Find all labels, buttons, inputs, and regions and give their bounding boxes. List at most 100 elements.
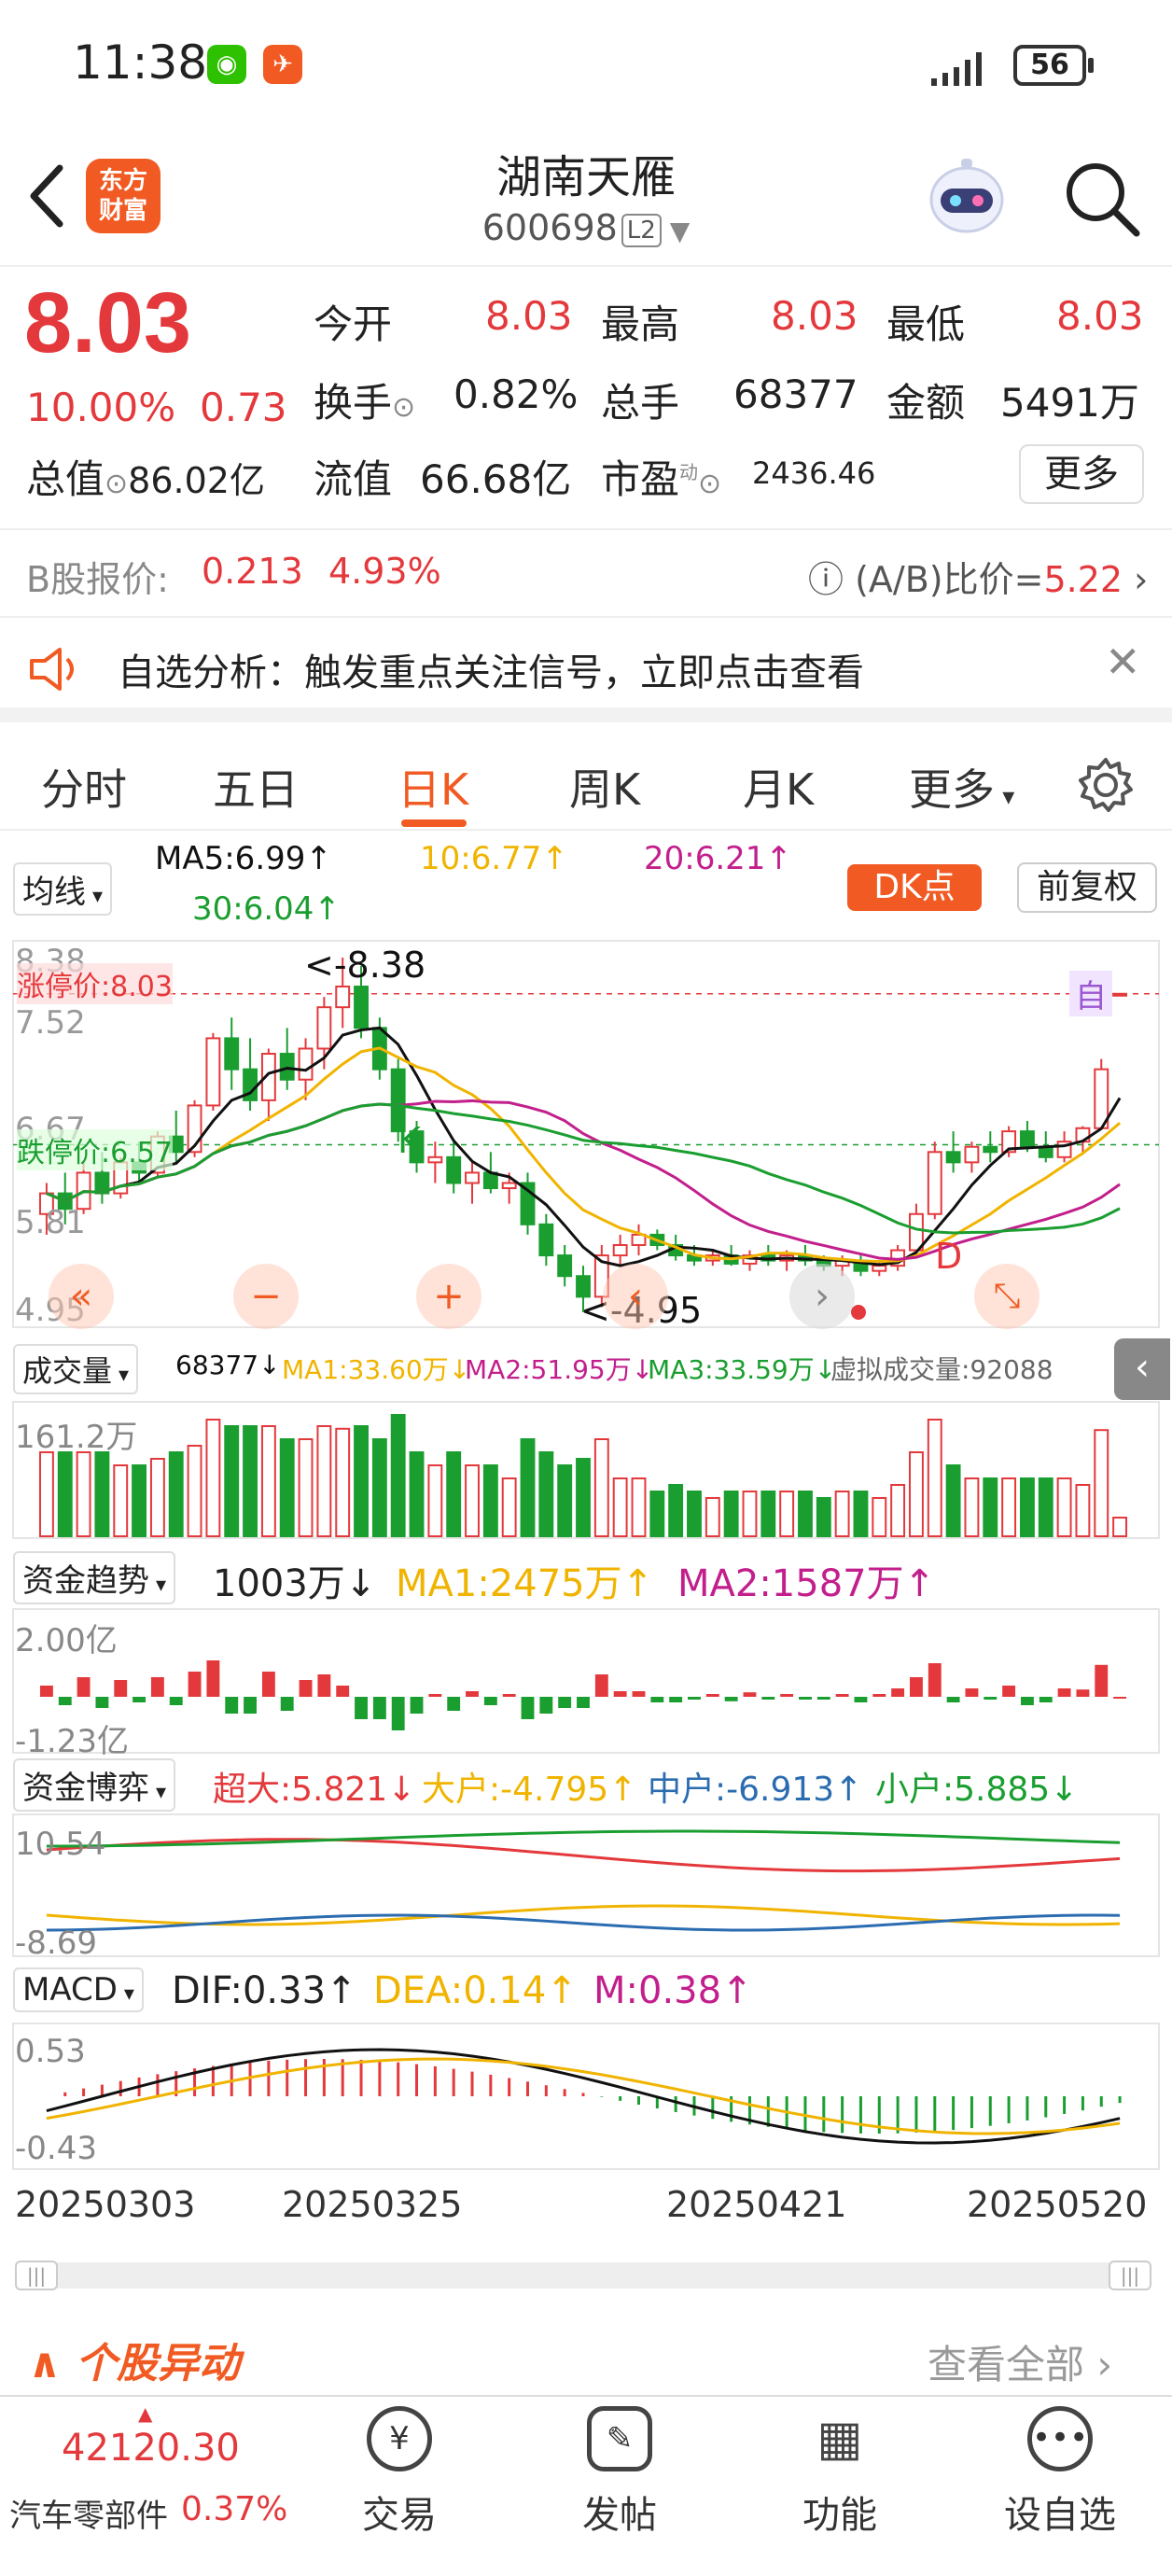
fund-bar	[1039, 1697, 1053, 1702]
change-value: 0.73	[200, 385, 287, 430]
more-button[interactable]: 更多	[1019, 444, 1144, 504]
volume-bar	[279, 1438, 295, 1537]
tab-5day[interactable]: 五日	[213, 756, 299, 818]
quote-panel: 8.03 10.00% 0.73 总值⊙86.02亿 今开 8.03 最高 8.…	[0, 271, 1172, 523]
ma-select[interactable]: 均线 ▾	[13, 862, 113, 916]
fund-bar	[688, 1697, 701, 1700]
view-all-link[interactable]: 查看全部 ›	[928, 2333, 1112, 2390]
volume-bar	[298, 1438, 314, 1537]
fund-bar	[428, 1694, 442, 1697]
add-watchlist-button[interactable]: ••• 设自选	[985, 2406, 1135, 2539]
tab-intraday[interactable]: 分时	[41, 756, 127, 818]
volume-bar	[1038, 1477, 1053, 1537]
date-label-4: 20250520	[967, 2184, 1148, 2225]
macd-select[interactable]: MACD ▾	[13, 1967, 144, 2012]
range-slider[interactable]	[15, 2262, 1151, 2289]
function-button[interactable]: ▦ 功能	[765, 2406, 914, 2539]
scroll-left-fast-icon[interactable]: «	[49, 1264, 114, 1329]
volume-bar	[945, 1464, 961, 1537]
volume-bar	[409, 1451, 425, 1537]
volume-bar	[371, 1438, 387, 1537]
fund-bar	[780, 1694, 794, 1697]
signal-banner[interactable]: 自选分析：触发重点关注信号，立即点击查看 ✕	[0, 620, 1172, 722]
volume-bar	[205, 1419, 221, 1537]
fund-bar	[650, 1697, 664, 1702]
macd-m: M:0.38↑	[593, 1969, 753, 2012]
settings-gear-icon[interactable]	[1077, 756, 1135, 814]
fund-bar	[206, 1660, 220, 1697]
limit-up-label: 涨停价:8.03	[17, 963, 173, 1004]
fund-bar	[910, 1677, 923, 1697]
volume-bar	[260, 1425, 276, 1537]
zoom-out-icon[interactable]: −	[233, 1264, 299, 1329]
collapse-panel-icon[interactable]: ‹	[1114, 1338, 1170, 1400]
index-pct: 0.37%	[181, 2490, 288, 2528]
candle-body	[335, 986, 351, 1009]
zoom-in-icon[interactable]: +	[416, 1264, 481, 1329]
super-large: 超大:5.821↓	[213, 1771, 416, 1809]
candle-body	[446, 1155, 462, 1184]
fund-trend-select[interactable]: 资金趋势 ▾	[13, 1551, 176, 1604]
volume-bar	[482, 1464, 498, 1537]
candle-body	[927, 1151, 942, 1215]
volume-bar	[1019, 1477, 1035, 1537]
fund-bar	[317, 1674, 331, 1697]
scroll-left-icon[interactable]: ‹	[603, 1264, 668, 1329]
fund-bar	[1020, 1697, 1034, 1705]
volume-bar	[76, 1451, 91, 1537]
fund-bar	[705, 1694, 719, 1697]
close-icon[interactable]: ✕	[1105, 637, 1141, 687]
banner-text: 自选分析：触发重点关注信号，立即点击查看	[118, 651, 864, 694]
high-value: 8.03	[771, 293, 858, 339]
app-notification-icon: ✈	[263, 45, 302, 84]
volume-ma1: MA1:33.60万↓	[282, 1354, 471, 1385]
candle-body	[872, 1265, 887, 1272]
post-button[interactable]: ✎ 发帖	[545, 2406, 694, 2539]
candle-body	[427, 1155, 443, 1164]
assistant-robot-icon[interactable]	[920, 151, 1013, 245]
macd-y-bottom: -0.43	[15, 2130, 97, 2167]
fund-bar	[928, 1663, 942, 1697]
current-price: 8.03	[24, 275, 192, 371]
volume-select[interactable]: 成交量 ▾	[13, 1344, 139, 1394]
fund-bar	[946, 1697, 960, 1702]
fullscreen-icon[interactable]: ⤡	[974, 1264, 1039, 1329]
fund-bar	[891, 1688, 905, 1697]
tab-monthly-k[interactable]: 月K	[743, 756, 814, 818]
scroll-right-icon[interactable]: ›	[789, 1264, 855, 1329]
fund-bar	[39, 1686, 53, 1697]
fund-bar	[872, 1694, 886, 1697]
volume-ma3: MA3:33.59万↓	[648, 1354, 837, 1385]
fund-bar	[521, 1697, 535, 1719]
fund-bar	[114, 1680, 128, 1697]
wechat-icon: ◉	[207, 45, 246, 84]
fund-game-select[interactable]: 资金博弈 ▾	[13, 1758, 176, 1812]
adjust-button[interactable]: 前复权	[1017, 862, 1157, 913]
fund-bar	[466, 1691, 479, 1697]
range-handle-left[interactable]: |||	[15, 2261, 58, 2290]
fund-bar	[854, 1697, 868, 1702]
ab-ratio: ⓘ (A/B)比价=5.22 ›	[808, 559, 1149, 600]
fund-bar	[724, 1697, 738, 1701]
b-share-pct: 4.93%	[328, 551, 441, 592]
fund-ma1: MA1:2475万↑	[396, 1562, 654, 1605]
fund-bar	[58, 1697, 72, 1705]
volume-bar	[38, 1451, 54, 1537]
index-name[interactable]: 汽车零部件	[9, 2490, 168, 2536]
fund-bar	[632, 1691, 646, 1697]
fund-bar	[816, 1697, 830, 1700]
tab-more[interactable]: 更多 ▾	[909, 756, 1014, 818]
index-value[interactable]: 42120.30	[62, 2427, 240, 2470]
movement-title[interactable]: ∧ 个股异动	[28, 2330, 240, 2389]
range-handle-right[interactable]: |||	[1109, 2261, 1151, 2290]
b-share-row[interactable]: B股报价: 0.213 4.93% ⓘ (A/B)比价=5.22 ›	[0, 528, 1172, 618]
volume-bar	[705, 1497, 720, 1537]
dk-point-button[interactable]: DK点	[847, 864, 982, 911]
date-label-3: 20250421	[666, 2184, 847, 2225]
search-icon[interactable]	[1060, 157, 1144, 241]
volume-bar	[538, 1451, 554, 1537]
tab-weekly-k[interactable]: 周K	[569, 756, 640, 818]
trade-button[interactable]: ¥ 交易	[325, 2406, 474, 2539]
volume-bar	[816, 1497, 831, 1537]
tab-daily-k[interactable]: 日K	[398, 756, 468, 818]
